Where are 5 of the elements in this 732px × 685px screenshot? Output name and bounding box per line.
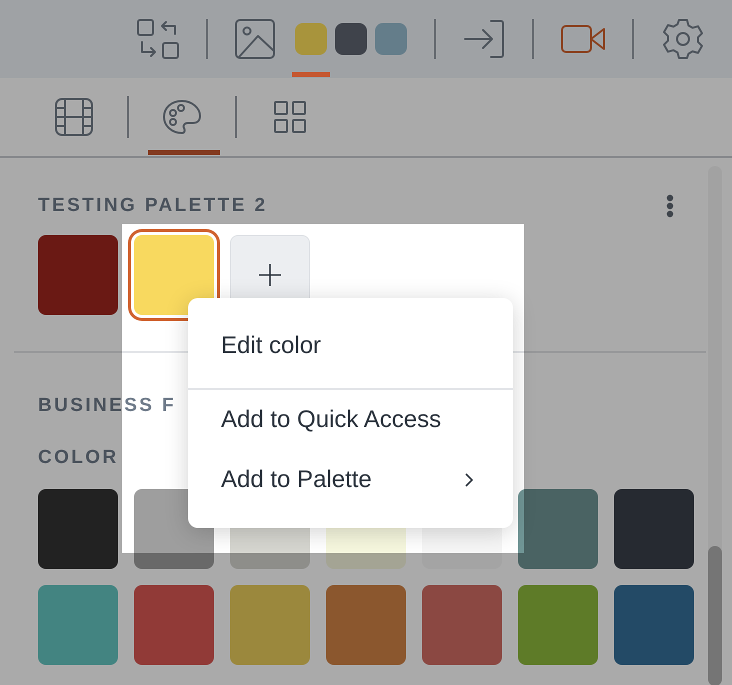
menu-item[interactable]: Edit color: [188, 316, 513, 376]
section-heading: COLOR: [38, 446, 120, 470]
palette-title: TESTING PALETTE 2: [38, 194, 268, 218]
menu-item[interactable]: Add to Palette: [188, 450, 513, 510]
menu-item[interactable]: Add to Quick Access: [188, 390, 513, 450]
